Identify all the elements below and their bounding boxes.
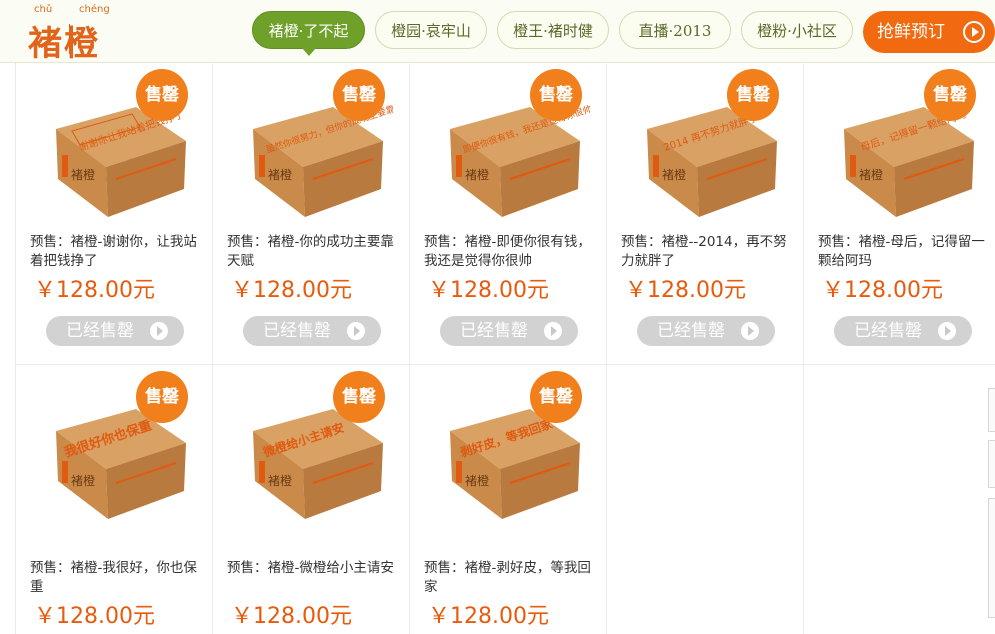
preorder-label: 抢鲜预订 [877,22,945,42]
nav-tab-3[interactable]: 橙王·褚时健 [497,11,609,49]
play-arrow-icon [544,322,562,340]
nav-tab-2[interactable]: 橙园·哀牢山 [375,11,487,49]
box-brand: 褚橙 [465,167,489,182]
logo-divider [69,24,70,54]
product-price: ￥128.00元 [231,604,352,629]
product-title[interactable]: 预售：褚橙-你的成功主要靠天赋 [227,233,399,271]
soldout-badge: 售罄 [136,371,188,423]
soldout-badge: 售罄 [727,69,779,121]
side-widget-tab[interactable] [988,388,995,432]
soldout-button-label: 已经售罄 [460,321,528,341]
product-price: ￥128.00元 [428,604,549,629]
soldout-badge: 售罄 [333,371,385,423]
play-arrow-icon [347,322,365,340]
preorder-button[interactable]: 抢鲜预订 [863,11,995,53]
nav-tab-5[interactable]: 橙粉·小社区 [741,11,853,49]
soldout-button[interactable]: 已经售罄 [637,316,775,346]
soldout-button[interactable]: 已经售罄 [440,316,578,346]
soldout-button-label: 已经售罄 [263,321,331,341]
logo-pinyin-2: chéng [79,4,110,15]
soldout-button-label: 已经售罄 [66,321,134,341]
soldout-badge: 售罄 [530,69,582,121]
soldout-badge: 售罄 [136,69,188,121]
product-title[interactable]: 预售：褚橙--2014，再不努力就胖了 [621,233,793,271]
box-brand: 褚橙 [465,473,489,488]
logo-pinyin-1: chǔ [34,4,53,15]
site-header: chǔ chéng 褚橙 褚橙·了不起 橙园·哀牢山 橙王·褚时健 直播·201… [0,0,995,64]
play-arrow-icon [150,322,168,340]
product-card[interactable]: 即便你很有钱，我还是觉得你很帅 褚橙 售罄 预售：褚橙-即便你很有钱，我还是觉得… [410,63,607,365]
box-brand: 褚橙 [662,167,686,182]
nav-tab-4[interactable]: 直播·2013 [619,11,731,49]
product-title[interactable]: 预售：褚橙-微橙给小主请安 [227,559,399,578]
box-brand: 褚橙 [71,167,95,182]
product-card[interactable]: 我很好你也保重 褚橙 售罄 预售：褚橙-我很好，你也保重 ￥128.00元 [16,365,213,634]
product-card[interactable]: 剥好皮，等我回家 褚橙 售罄 预售：褚橙-剥好皮，等我回家 ￥128.00元 [410,365,607,634]
product-price: ￥128.00元 [34,604,155,629]
box-brand: 褚橙 [268,473,292,488]
brand-logo[interactable]: chǔ chéng 褚橙 [22,4,132,64]
soldout-button[interactable]: 已经售罄 [834,316,972,346]
product-card[interactable]: 虽然你很努力，但你的成功主要靠天赋 褚橙 售罄 预售：褚橙-你的成功主要靠天赋 … [213,63,410,365]
side-widget-tab[interactable] [988,498,995,618]
play-arrow-icon [741,322,759,340]
product-card[interactable]: 谢谢你让我站着把钱挣了 褚橙 售罄 预售：褚橙-谢谢你，让我站着把钱挣了 ￥12… [16,63,213,365]
product-price: ￥128.00元 [822,278,943,303]
soldout-badge: 售罄 [333,69,385,121]
box-brand: 褚橙 [71,473,95,488]
product-grid: 谢谢你让我站着把钱挣了 褚橙 售罄 预售：褚橙-谢谢你，让我站着把钱挣了 ￥12… [15,63,995,634]
box-brand: 褚橙 [268,167,292,182]
product-title[interactable]: 预售：褚橙-母后，记得留一颗给阿玛 [818,233,990,271]
soldout-badge: 售罄 [924,69,976,121]
product-price: ￥128.00元 [428,278,549,303]
product-price: ￥128.00元 [625,278,746,303]
soldout-button[interactable]: 已经售罄 [243,316,381,346]
product-title[interactable]: 预售：褚橙-即便你很有钱，我还是觉得你很帅 [424,233,596,271]
box-brand: 褚橙 [859,167,883,182]
product-card[interactable]: 母后，记得留一颗给阿玛 褚橙 售罄 预售：褚橙-母后，记得留一颗给阿玛 ￥128… [804,63,995,365]
product-price: ￥128.00元 [231,278,352,303]
empty-grid-cell [607,365,804,634]
soldout-button-label: 已经售罄 [657,321,725,341]
soldout-button-label: 已经售罄 [854,321,922,341]
product-price: ￥128.00元 [34,278,155,303]
soldout-button[interactable]: 已经售罄 [46,316,184,346]
play-arrow-icon [963,21,985,43]
product-card[interactable]: 2014 再不努力就胖了 褚橙 售罄 预售：褚橙--2014，再不努力就胖了 ￥… [607,63,804,365]
play-arrow-icon [938,322,956,340]
logo-text: 褚橙 [28,24,100,64]
product-title[interactable]: 预售：褚橙-我很好，你也保重 [30,559,202,597]
product-card[interactable]: 微橙给小主请安 褚橙 售罄 预售：褚橙-微橙给小主请安 ￥128.00元 [213,365,410,634]
nav-tab-1[interactable]: 褚橙·了不起 [252,11,365,56]
soldout-badge: 售罄 [530,371,582,423]
side-widget-tab[interactable] [988,440,995,488]
product-title[interactable]: 预售：褚橙-剥好皮，等我回家 [424,559,596,597]
product-title[interactable]: 预售：褚橙-谢谢你，让我站着把钱挣了 [30,233,202,271]
empty-grid-cell [804,365,995,634]
